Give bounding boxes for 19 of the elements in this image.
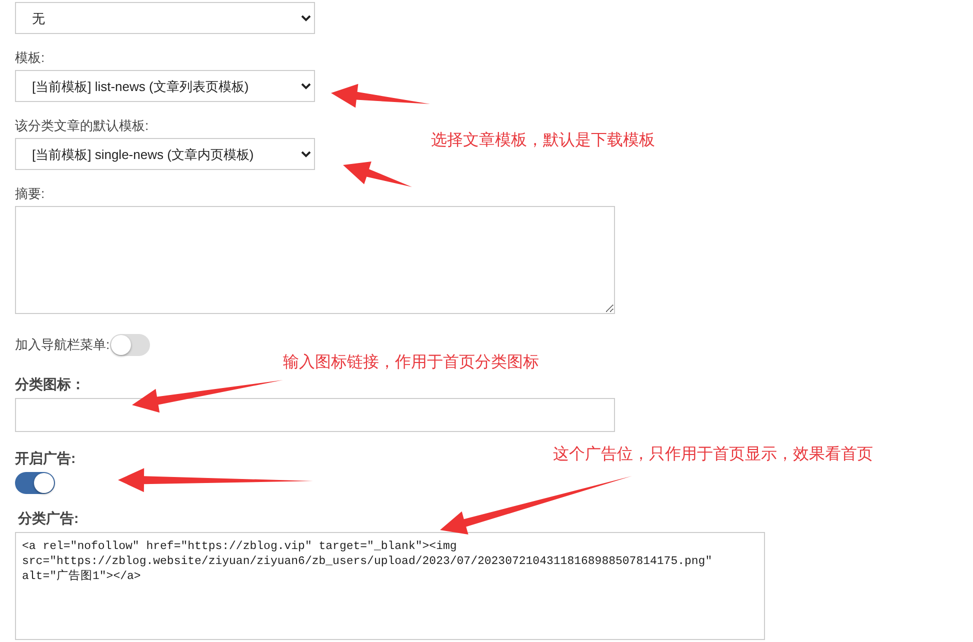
field-label: 该分类文章的默认模板: (15, 118, 149, 134)
field-label: 分类图标： (15, 376, 85, 392)
template-select[interactable]: [当前模板] list-news (文章列表页模板) (15, 70, 315, 102)
summary-field[interactable] (15, 206, 615, 314)
field-label: 加入导航栏菜单: (15, 337, 110, 353)
annotation-text: 输入图标链接，作用于首页分类图标 (283, 353, 539, 373)
field-label: 模板: (15, 50, 45, 66)
field-label: 分类广告: (18, 510, 79, 526)
template-select[interactable]: [当前模板] single-news (文章内页模板) (15, 138, 315, 170)
template-select[interactable]: 无 (15, 2, 315, 34)
arrow (343, 162, 412, 187)
annotation-text: 选择文章模板，默认是下载模板 (431, 131, 655, 151)
toggle-switch[interactable] (15, 472, 55, 494)
ad-code-field[interactable]: <a rel="nofollow" href="https://zblog.vip" target="_blank"><img src="https://zblog.website/ziyuan/ziyuan6/zb_users/upload/2023/07/20230721043118168988507814175.png" alt="广告图1"></a> (15, 532, 765, 640)
field-label: 摘要: (15, 186, 45, 202)
toggle-switch[interactable] (110, 334, 150, 356)
icon-url-field[interactable] (15, 398, 615, 432)
field-label: 开启广告: (15, 450, 76, 466)
annotation-text: 这个广告位，只作用于首页显示，效果看首页 (553, 445, 873, 465)
